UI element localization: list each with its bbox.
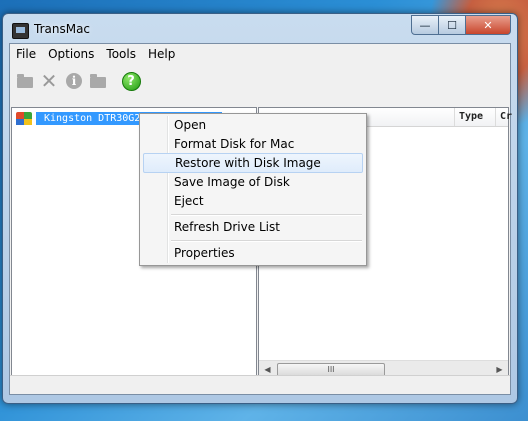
menu-item-eject[interactable]: Eject bbox=[143, 191, 363, 211]
menu-file[interactable]: File bbox=[10, 44, 42, 65]
menu-bar: File Options Tools Help bbox=[10, 44, 510, 65]
column-created[interactable]: Cr bbox=[495, 108, 520, 126]
menu-options[interactable]: Options bbox=[42, 44, 100, 65]
transmac-app-icon bbox=[12, 23, 29, 39]
delete-icon: ✕ bbox=[40, 69, 58, 93]
menu-item-save-image[interactable]: Save Image of Disk bbox=[143, 172, 363, 192]
menu-separator bbox=[171, 214, 362, 216]
info-button[interactable]: i bbox=[63, 70, 85, 92]
menu-item-format-disk[interactable]: Format Disk for Mac bbox=[143, 134, 363, 154]
open-folder-button[interactable] bbox=[14, 70, 36, 92]
menu-item-restore-disk-image[interactable]: Restore with Disk Image bbox=[143, 153, 363, 173]
minimize-button[interactable]: — bbox=[411, 15, 439, 35]
menu-item-open[interactable]: Open bbox=[143, 115, 363, 135]
menu-separator bbox=[171, 240, 362, 242]
context-menu: Open Format Disk for Mac Restore with Di… bbox=[139, 113, 367, 266]
menu-help[interactable]: Help bbox=[142, 44, 181, 65]
folder-icon bbox=[90, 74, 106, 88]
delete-button[interactable]: ✕ bbox=[38, 70, 60, 92]
info-icon: i bbox=[66, 73, 82, 89]
status-bar bbox=[10, 375, 510, 394]
maximize-button[interactable]: ☐ bbox=[438, 15, 466, 35]
usb-drive-icon bbox=[16, 112, 32, 125]
menu-item-properties[interactable]: Properties bbox=[143, 243, 363, 263]
window-title: TransMac bbox=[34, 22, 91, 36]
caption-buttons: — ☐ ✕ bbox=[411, 15, 511, 35]
title-bar[interactable]: TransMac — ☐ ✕ bbox=[3, 14, 517, 44]
new-folder-button[interactable] bbox=[87, 70, 109, 92]
close-button[interactable]: ✕ bbox=[465, 15, 511, 35]
help-icon: ? bbox=[121, 71, 141, 91]
help-button[interactable]: ? bbox=[120, 70, 142, 92]
column-type[interactable]: Type bbox=[454, 108, 499, 126]
toolbar: ✕ i ? bbox=[10, 66, 510, 106]
menu-item-refresh-drive-list[interactable]: Refresh Drive List bbox=[143, 217, 363, 237]
menu-tools[interactable]: Tools bbox=[100, 44, 142, 65]
folder-icon bbox=[17, 74, 33, 88]
